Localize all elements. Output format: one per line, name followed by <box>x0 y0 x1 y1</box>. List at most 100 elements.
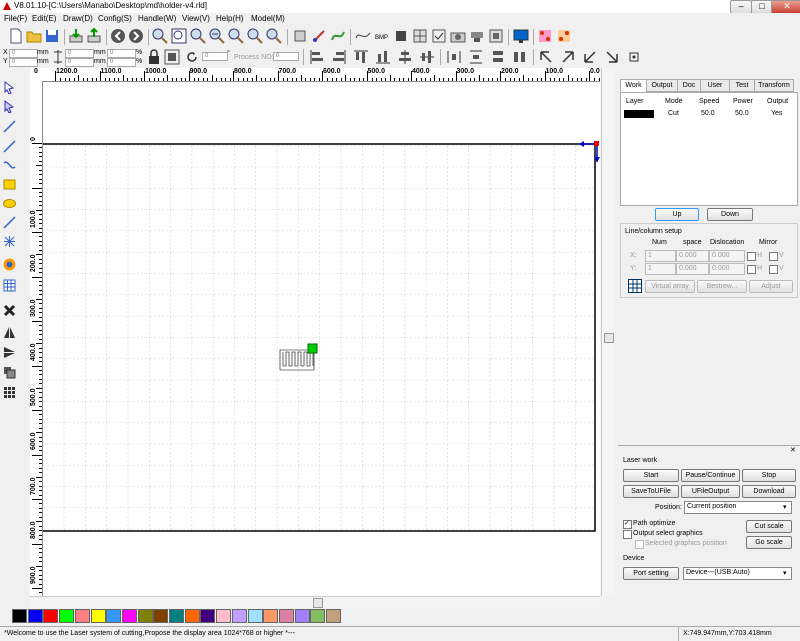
camera-icon[interactable] <box>450 28 466 44</box>
menu-edit[interactable]: Edit(E) <box>32 14 56 23</box>
ufile-output-button[interactable]: UFileOutput <box>681 485 740 498</box>
tab-transform[interactable]: Transform <box>754 79 794 92</box>
menu-draw[interactable]: Draw(D) <box>63 14 93 23</box>
array-tool-icon[interactable] <box>3 366 16 379</box>
menu-file[interactable]: File(F) <box>4 14 27 23</box>
y-num-input[interactable]: 1 <box>645 263 676 275</box>
device-select[interactable]: Device---(USB:Auto) ▾ <box>683 567 792 580</box>
bmp-handle-icon[interactable]: BMP <box>374 28 390 44</box>
color-swatch[interactable] <box>169 609 184 623</box>
output-icon[interactable] <box>488 28 504 44</box>
color-swatch[interactable] <box>278 609 294 623</box>
color-swatch[interactable] <box>12 609 27 623</box>
rectangle-select-icon[interactable] <box>292 28 308 44</box>
go-scale-button[interactable]: Go scale <box>746 536 792 549</box>
mirror-v-x-checkbox[interactable] <box>769 252 778 261</box>
curve-tool-icon[interactable] <box>3 159 16 172</box>
mirror-h-icon[interactable] <box>3 326 16 339</box>
align-center-h-icon[interactable] <box>419 49 435 65</box>
save-to-ufile-button[interactable]: SaveToUFile <box>623 485 679 498</box>
mirror-h-y-checkbox[interactable] <box>747 265 756 274</box>
polyline-tool-icon[interactable] <box>3 140 16 153</box>
color-swatch[interactable] <box>216 609 232 623</box>
color-swatch[interactable] <box>326 609 341 623</box>
array-grid-icon[interactable] <box>628 279 642 293</box>
move-bottom-left-icon[interactable] <box>582 49 598 65</box>
color-swatch[interactable] <box>90 609 106 623</box>
laser-work-collapse-icon[interactable]: ✕ <box>790 446 796 454</box>
matrix-tool-icon[interactable] <box>3 386 16 399</box>
cut-scale-button[interactable]: Cut scale <box>746 520 792 533</box>
mirror-v-icon[interactable] <box>3 346 16 359</box>
align-center-v-icon[interactable] <box>397 49 413 65</box>
virtual-array-button[interactable]: Virtual array <box>645 280 695 293</box>
table-row[interactable]: Cut 50.0 50.0 Yes <box>621 109 797 121</box>
x-space-input[interactable]: 0.000 <box>676 250 709 262</box>
menu-model[interactable]: Model(M) <box>251 14 285 23</box>
undo-icon[interactable] <box>110 28 126 44</box>
grid-array-icon[interactable] <box>412 28 428 44</box>
zoom-all-icon[interactable] <box>247 28 263 44</box>
check-icon[interactable] <box>431 28 447 44</box>
same-height-icon[interactable] <box>512 49 528 65</box>
minimize-button[interactable]: – <box>730 0 752 14</box>
width-input[interactable]: 0 <box>65 49 94 58</box>
y-dislocation-input[interactable]: 0.000 <box>709 263 745 275</box>
laser-head-icon[interactable] <box>469 28 485 44</box>
pause-continue-button[interactable]: Pause/Continue <box>681 469 740 482</box>
scale-x-input[interactable]: 0 <box>107 49 136 58</box>
align-left-icon[interactable] <box>309 49 325 65</box>
smooth-curve-icon[interactable] <box>355 28 371 44</box>
x-position-input[interactable]: 0 <box>9 49 38 58</box>
move-center-icon[interactable] <box>626 49 642 65</box>
mirror-v-y-checkbox[interactable] <box>769 265 778 274</box>
lock-ratio-icon[interactable] <box>148 49 160 65</box>
image-tool-icon[interactable] <box>3 258 16 271</box>
rotate-icon[interactable] <box>186 51 198 63</box>
output-select-checkbox[interactable] <box>623 530 632 539</box>
port-setting-button[interactable]: Port setting <box>623 567 679 580</box>
menu-help[interactable]: Help(H) <box>216 14 244 23</box>
bestrew-button[interactable]: Bestrew... <box>697 280 747 293</box>
delete-tool-icon[interactable] <box>3 304 16 317</box>
zoom-window-icon[interactable] <box>266 28 282 44</box>
export-icon[interactable] <box>86 28 102 44</box>
height-input[interactable]: 0 <box>65 58 94 67</box>
tab-user[interactable]: User <box>700 79 730 92</box>
color-swatch[interactable] <box>294 609 310 623</box>
move-top-left-icon[interactable] <box>538 49 554 65</box>
stop-button[interactable]: Stop <box>742 469 796 482</box>
color-swatch[interactable] <box>27 609 43 623</box>
menu-view[interactable]: View(V) <box>182 14 210 23</box>
text-tool-icon[interactable] <box>3 216 16 229</box>
process-no-input[interactable]: 0 <box>273 52 299 61</box>
dots-select-icon[interactable] <box>537 28 553 44</box>
line-tool-icon[interactable] <box>3 120 16 133</box>
down-button[interactable]: Down <box>707 208 753 221</box>
drawing-canvas[interactable] <box>43 82 600 596</box>
download-button[interactable]: Download <box>742 485 796 498</box>
x-num-input[interactable]: 1 <box>645 250 676 262</box>
move-bottom-right-icon[interactable] <box>604 49 620 65</box>
color-swatch[interactable] <box>247 609 263 623</box>
vertical-scrollbar[interactable] <box>601 68 615 596</box>
save-icon[interactable] <box>44 28 60 44</box>
size-lock-icon[interactable] <box>53 49 63 65</box>
ellipse-tool-icon[interactable] <box>3 197 16 210</box>
tab-doc[interactable]: Doc <box>677 79 701 92</box>
color-swatch[interactable] <box>74 609 90 623</box>
move-top-right-icon[interactable] <box>560 49 576 65</box>
color-swatch[interactable] <box>263 609 279 623</box>
close-button[interactable]: ✕ <box>771 0 800 14</box>
color-swatch[interactable] <box>106 609 122 623</box>
position-select[interactable]: Current position ▾ <box>684 501 792 514</box>
same-width-icon[interactable] <box>490 49 506 65</box>
path-optimize-checkbox[interactable]: ✓ <box>623 520 632 529</box>
distribute-v-icon[interactable] <box>468 49 484 65</box>
zoom-in-icon[interactable] <box>152 28 168 44</box>
monitor-icon[interactable] <box>513 28 529 44</box>
color-swatch[interactable] <box>137 609 153 623</box>
align-top-icon[interactable] <box>353 49 369 65</box>
align-bottom-icon[interactable] <box>375 49 391 65</box>
color-swatch[interactable] <box>184 609 200 623</box>
